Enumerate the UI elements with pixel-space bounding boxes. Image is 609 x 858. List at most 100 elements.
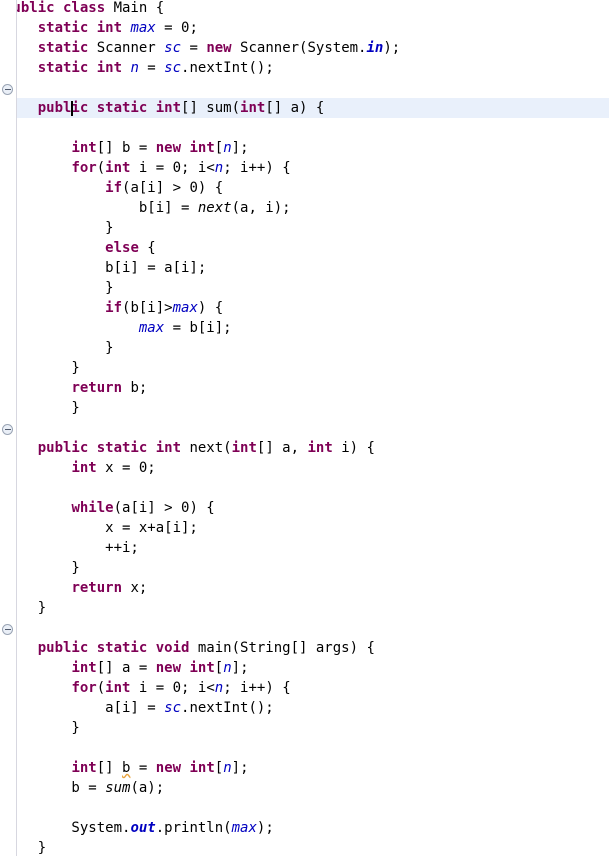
code-token: int — [307, 440, 333, 456]
code-token: static int — [37, 60, 131, 76]
code-line[interactable] — [0, 738, 609, 758]
code-editor[interactable]: public class Main { static int max = 0; … — [0, 0, 609, 856]
code-line-text: for(int i = 0; i<n; i++) { — [4, 678, 291, 698]
code-token: (a, i); — [231, 200, 291, 216]
code-token: return — [71, 380, 123, 396]
code-token: max — [138, 320, 165, 336]
code-line[interactable]: int[] a = new int[n]; — [0, 658, 609, 678]
code-token: [] sum( — [181, 100, 241, 116]
code-line[interactable]: public static int[] sum(int[] a) { — [0, 98, 609, 118]
fold-marker-main[interactable] — [2, 624, 13, 635]
code-line[interactable] — [0, 798, 609, 818]
code-token: ) { — [197, 300, 224, 316]
code-line-text: int[] a = new int[n]; — [4, 658, 249, 678]
code-line[interactable]: return b; — [0, 378, 609, 398]
fold-marker-next[interactable] — [2, 424, 13, 435]
code-line[interactable] — [0, 78, 609, 98]
code-token: i) { — [332, 440, 375, 456]
code-line[interactable] — [0, 118, 609, 138]
code-line[interactable]: } — [0, 838, 609, 858]
code-line-text: int x = 0; — [4, 458, 155, 478]
code-line[interactable]: int x = 0; — [0, 458, 609, 478]
code-token: [] a) { — [265, 100, 325, 116]
code-token: = 0; — [155, 20, 198, 36]
code-line[interactable]: a[i] = sc.nextInt(); — [0, 698, 609, 718]
code-token: ; i++) { — [223, 160, 291, 176]
code-line[interactable]: x = x+a[i]; — [0, 518, 609, 538]
code-line[interactable]: } — [0, 558, 609, 578]
code-line[interactable]: } — [0, 398, 609, 418]
code-token: int — [105, 680, 131, 696]
editor-gutter-folding-margin[interactable] — [0, 0, 17, 856]
code-token: return — [71, 580, 123, 596]
code-line-text: if(b[i]>max) { — [4, 298, 223, 318]
code-line[interactable]: for(int i = 0; i<n; i++) { — [0, 678, 609, 698]
code-token: ; i++) { — [223, 680, 291, 696]
code-line[interactable]: public class Main { — [0, 0, 609, 18]
code-line[interactable]: static int max = 0; — [0, 18, 609, 38]
code-token: if — [105, 180, 123, 196]
code-line[interactable]: while(a[i] > 0) { — [0, 498, 609, 518]
code-token: if — [105, 300, 123, 316]
code-text-area[interactable]: public class Main { static int max = 0; … — [0, 0, 609, 856]
code-token: int — [71, 760, 97, 776]
code-token: sc — [164, 60, 182, 76]
code-token: ); — [383, 40, 401, 56]
text-caret — [71, 101, 74, 116]
code-line[interactable] — [0, 618, 609, 638]
code-token: = — [181, 40, 207, 56]
code-token: static — [37, 40, 97, 56]
code-line[interactable]: } — [0, 358, 609, 378]
code-line[interactable]: else { — [0, 238, 609, 258]
code-line[interactable]: if(b[i]>max) { — [0, 298, 609, 318]
code-line[interactable]: static Scanner sc = new Scanner(System.i… — [0, 38, 609, 58]
code-line[interactable]: for(int i = 0; i<n; i++) { — [0, 158, 609, 178]
fold-marker-sum[interactable] — [2, 84, 13, 95]
code-line-text: int[] b = new int[n]; — [4, 138, 248, 158]
code-line[interactable]: public static int next(int[] a, int i) { — [0, 438, 609, 458]
code-token: Main { — [113, 0, 165, 16]
code-line[interactable]: b = sum(a); — [0, 778, 609, 798]
code-line[interactable]: if(a[i] > 0) { — [0, 178, 609, 198]
code-line[interactable]: return x; — [0, 578, 609, 598]
code-line[interactable]: public static void main(String[] args) { — [0, 638, 609, 658]
code-line[interactable]: ++i; — [0, 538, 609, 558]
code-line[interactable]: int[] b = new int[n]; — [0, 138, 609, 158]
code-token: n — [223, 140, 232, 156]
code-line[interactable]: } — [0, 218, 609, 238]
code-token: n — [223, 660, 232, 676]
code-line[interactable]: static int n = sc.nextInt(); — [0, 58, 609, 78]
code-line[interactable]: } — [0, 278, 609, 298]
code-line-text: ++i; — [4, 538, 139, 558]
code-line[interactable]: b[i] = a[i]; — [0, 258, 609, 278]
code-line-text: return x; — [4, 578, 147, 598]
code-line[interactable] — [0, 478, 609, 498]
code-token: = b[i]; — [164, 320, 232, 336]
code-token: b[i] = — [4, 200, 198, 216]
code-line[interactable]: b[i] = next(a, i); — [0, 198, 609, 218]
code-token: int — [71, 140, 97, 156]
code-token: int — [71, 660, 97, 676]
code-token: (a); — [130, 780, 165, 796]
code-token: new int — [155, 140, 215, 156]
code-line[interactable]: } — [0, 338, 609, 358]
code-token: new — [206, 40, 232, 56]
code-line[interactable]: System.out.println(max); — [0, 818, 609, 838]
code-token: = — [130, 760, 156, 776]
code-line-text: public static int[] sum(int[] a) { — [4, 98, 325, 118]
code-line[interactable] — [0, 418, 609, 438]
code-line[interactable]: int[] b = new int[n]; — [0, 758, 609, 778]
code-line-text: return b; — [4, 378, 147, 398]
code-token: max — [231, 820, 257, 836]
code-line[interactable]: } — [0, 598, 609, 618]
code-line-text: static int n = sc.nextInt(); — [4, 58, 274, 78]
code-token: Scanner(System. — [231, 40, 367, 56]
code-token: ]; — [231, 660, 249, 676]
code-line-text: public static int next(int[] a, int i) { — [4, 438, 375, 458]
code-token: (a[i] > 0) { — [122, 180, 224, 196]
code-token: new int — [155, 760, 215, 776]
code-line[interactable]: } — [0, 718, 609, 738]
code-token: ); — [256, 820, 274, 836]
code-line[interactable]: max = b[i]; — [0, 318, 609, 338]
